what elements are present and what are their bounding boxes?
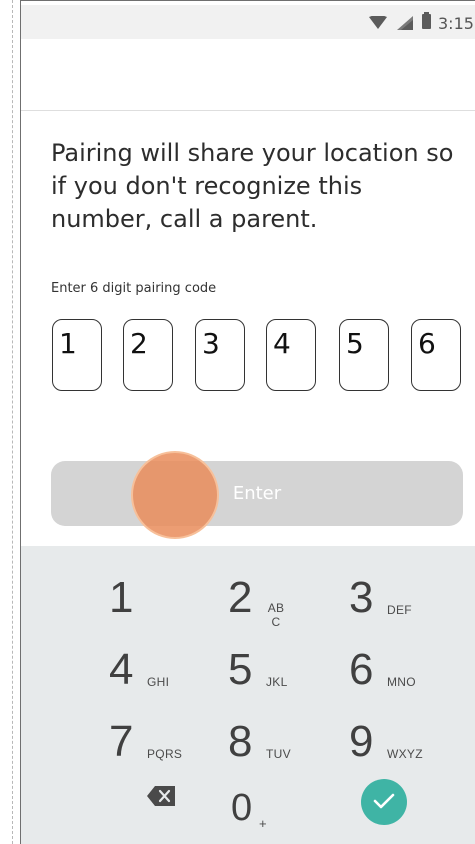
key-letters: PQRS <box>147 747 183 761</box>
keypad-key-9[interactable]: 9 WXYZ <box>349 707 475 777</box>
keypad-key-0[interactable]: 0 + <box>231 773 361 843</box>
key-digit: 5 <box>228 645 253 694</box>
key-digit: 4 <box>109 645 134 694</box>
keypad-key-4[interactable]: 4 GHI <box>109 635 239 705</box>
pairing-digit: 3 <box>202 327 220 360</box>
key-digit: 7 <box>109 717 134 766</box>
pairing-digit-box[interactable]: 5 <box>339 319 389 391</box>
keypad-key-5[interactable]: 5 JKL <box>228 635 358 705</box>
keypad-key-7[interactable]: 7 PQRS <box>109 707 239 777</box>
pairing-digit-box[interactable]: 4 <box>266 319 316 391</box>
pairing-digit: 6 <box>418 327 436 360</box>
keypad-key-2[interactable]: 2 AB C <box>228 563 358 633</box>
key-letters: + <box>259 816 267 831</box>
status-bar: 3:15 <box>21 5 475 39</box>
cellular-signal-icon <box>397 16 413 30</box>
key-digit: 1 <box>109 573 134 622</box>
pairing-digit-box[interactable]: 6 <box>411 319 461 391</box>
pairing-digit-box[interactable]: 2 <box>123 319 173 391</box>
pairing-code-label: Enter 6 digit pairing code <box>51 281 217 296</box>
numeric-keypad: 1 2 AB C 3 DEF 4 GHI 5 JKL 6 MNO 7 PQRS … <box>21 546 475 844</box>
touch-indicator <box>131 451 219 539</box>
pairing-digit: 1 <box>59 327 77 360</box>
pairing-message: Pairing will share your location so if y… <box>51 139 454 233</box>
pairing-digit-box[interactable]: 3 <box>195 319 245 391</box>
key-letters: MNO <box>387 675 416 689</box>
key-digit: 9 <box>349 717 374 766</box>
pairing-digit-box[interactable]: 1 <box>52 319 102 391</box>
enter-button-label: Enter <box>232 483 282 504</box>
key-digit: 6 <box>349 645 374 694</box>
key-letters: AB C <box>267 601 285 629</box>
keypad-key-1[interactable]: 1 <box>109 563 239 633</box>
key-letters: GHI <box>147 675 170 689</box>
checkmark-icon[interactable] <box>361 779 407 825</box>
wifi-icon <box>369 16 387 29</box>
keypad-key-3[interactable]: 3 DEF <box>349 563 475 633</box>
backspace-icon[interactable] <box>147 786 175 806</box>
key-digit: 0 <box>231 787 253 829</box>
keypad-key-8[interactable]: 8 TUV <box>228 707 358 777</box>
status-time: 3:15 <box>438 14 474 33</box>
left-guide-line <box>12 0 13 844</box>
pairing-digit: 4 <box>273 327 291 360</box>
header-divider <box>21 110 475 111</box>
battery-icon <box>422 12 431 29</box>
phone-screen: 3:15 Pairing will share your location so… <box>20 0 475 844</box>
key-letters: DEF <box>387 603 412 617</box>
keypad-key-6[interactable]: 6 MNO <box>349 635 475 705</box>
key-letters: WXYZ <box>387 747 423 761</box>
pairing-digit: 5 <box>346 327 364 360</box>
key-letters: JKL <box>266 675 288 689</box>
key-digit: 2 <box>228 573 253 622</box>
key-digit: 8 <box>228 717 253 766</box>
key-digit: 3 <box>349 573 374 622</box>
key-letters: TUV <box>266 747 291 761</box>
pairing-digit: 2 <box>130 327 148 360</box>
enter-button[interactable]: Enter <box>51 461 463 526</box>
